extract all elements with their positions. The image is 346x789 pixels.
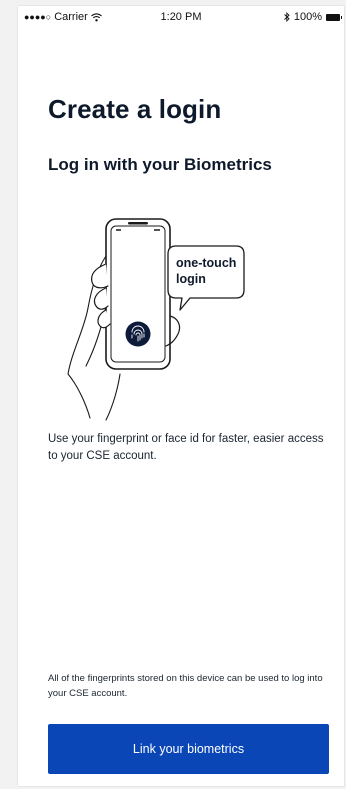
bluetooth-icon bbox=[284, 12, 290, 22]
biometric-illustration: one-touch login bbox=[67, 218, 245, 421]
page-subtitle: Log in with your Biometrics bbox=[48, 155, 272, 174]
bubble-line-1: one-touch bbox=[176, 256, 236, 270]
description-text: Use your fingerprint or face id for fast… bbox=[48, 433, 324, 462]
phone-screen: ●●●●○ Carrier 1:20 PM 100% Create a logi… bbox=[18, 6, 344, 786]
link-biometrics-button[interactable]: Link your biometrics bbox=[48, 724, 329, 774]
bubble-line-2: login bbox=[176, 272, 206, 286]
status-right: 100% bbox=[284, 11, 342, 23]
battery-percentage: 100% bbox=[293, 11, 322, 23]
page-title: Create a login bbox=[48, 94, 222, 124]
fingerprint-note: All of the fingerprints stored on this d… bbox=[48, 673, 323, 699]
battery-icon bbox=[326, 13, 342, 21]
fingerprint-icon bbox=[125, 321, 151, 347]
status-bar: ●●●●○ Carrier 1:20 PM 100% bbox=[18, 6, 344, 30]
